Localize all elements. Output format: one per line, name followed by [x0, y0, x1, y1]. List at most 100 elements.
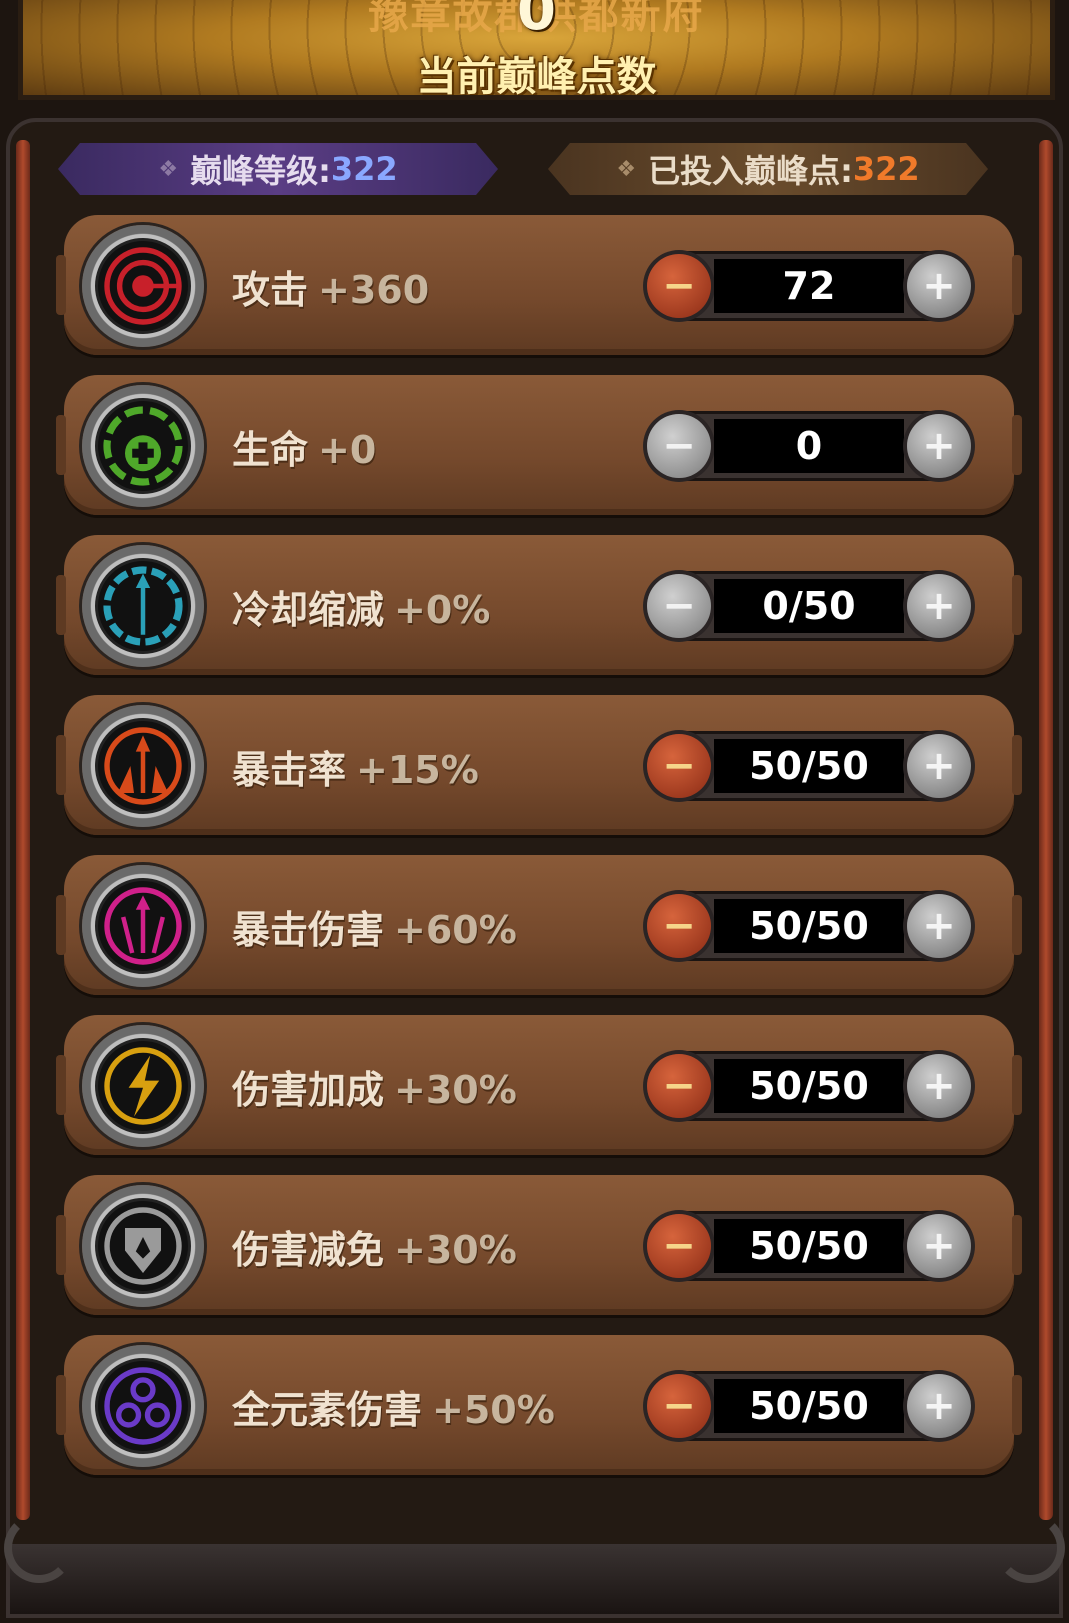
elemental-damage-orbs-icon [95, 1358, 191, 1454]
stat-points-value: 50/50 [714, 1219, 904, 1273]
peak-level-value: 322 [330, 150, 398, 188]
stat-bonus: +50% [432, 1388, 555, 1432]
stat-name: 伤害加成 [232, 1068, 385, 1112]
invested-points-value: 322 [852, 150, 920, 188]
increase-button[interactable]: + [907, 894, 971, 958]
increase-button[interactable]: + [907, 574, 971, 638]
increase-button[interactable]: + [907, 1374, 971, 1438]
stat-icon-ring [82, 545, 204, 667]
peak-level-tag: ❖ 巅峰等级: 322 [58, 143, 498, 195]
minus-icon: − [662, 743, 696, 789]
stat-icon-ring [82, 705, 204, 827]
stat-row: 暴击率 +15% − 50/50 + [56, 695, 1022, 835]
stat-points-value: 50/50 [714, 1379, 904, 1433]
peak-level-label: 巅峰等级: [190, 152, 331, 190]
damage-reduction-shield-icon [95, 1198, 191, 1294]
stat-name: 攻击 [232, 268, 309, 312]
stat-counter: − 50/50 + [644, 1211, 974, 1281]
stat-row: 生命 +0 − 0 + [56, 375, 1022, 515]
stat-row: 全元素伤害 +50% − 50/50 + [56, 1335, 1022, 1475]
stat-label: 冷却缩减 +0% [232, 579, 490, 634]
health-potion-icon [95, 398, 191, 494]
minus-icon: − [662, 1383, 696, 1429]
increase-button[interactable]: + [907, 1054, 971, 1118]
decrease-button[interactable]: − [647, 1054, 711, 1118]
stat-icon-ring [82, 225, 204, 347]
minus-icon: − [662, 263, 696, 309]
stat-points-value: 50/50 [714, 739, 904, 793]
left-rail [16, 140, 30, 1520]
plus-icon: + [922, 1063, 956, 1109]
stat-row: 伤害加成 +30% − 50/50 + [56, 1015, 1022, 1155]
damage-bonus-lightning-icon [95, 1038, 191, 1134]
diamond-icon: ❖ [616, 156, 637, 182]
stat-counter: − 50/50 + [644, 1371, 974, 1441]
increase-button[interactable]: + [907, 734, 971, 798]
stat-bonus: +60% [394, 908, 517, 952]
stat-counter: − 0 + [644, 411, 974, 481]
plus-icon: + [922, 903, 956, 949]
stat-counter: − 0/50 + [644, 571, 974, 641]
stat-name: 全元素伤害 [232, 1388, 423, 1432]
frame-bottom-bar [10, 1544, 1059, 1614]
stat-points-value: 50/50 [714, 1059, 904, 1113]
stat-icon-ring [82, 1345, 204, 1467]
stat-icon-ring [82, 1185, 204, 1307]
increase-button[interactable]: + [907, 1214, 971, 1278]
crit-damage-arrows-icon [95, 878, 191, 974]
decrease-button[interactable]: − [647, 734, 711, 798]
decrease-button[interactable]: − [647, 1214, 711, 1278]
stat-points-value: 0/50 [714, 579, 904, 633]
stat-icon-ring [82, 385, 204, 507]
decrease-button[interactable]: − [647, 574, 711, 638]
invested-points-tag: ❖ 已投入巅峰点: 322 [548, 143, 988, 195]
stat-row: 冷却缩减 +0% − 0/50 + [56, 535, 1022, 675]
minus-icon: − [662, 423, 696, 469]
minus-icon: − [662, 1063, 696, 1109]
stat-points-value: 50/50 [714, 899, 904, 953]
attack-target-icon [95, 238, 191, 334]
minus-icon: − [662, 1223, 696, 1269]
stat-icon-ring [82, 865, 204, 987]
decrease-button[interactable]: − [647, 894, 711, 958]
stat-counter: − 50/50 + [644, 1051, 974, 1121]
plus-icon: + [922, 1223, 956, 1269]
stat-label: 生命 +0 [232, 419, 376, 474]
minus-icon: − [662, 583, 696, 629]
stat-counter: − 72 + [644, 251, 974, 321]
stat-row: 暴击伤害 +60% − 50/50 + [56, 855, 1022, 995]
plus-icon: + [922, 263, 956, 309]
stat-bonus: +30% [394, 1228, 517, 1272]
stat-label: 暴击率 +15% [232, 739, 479, 794]
stat-counter: − 50/50 + [644, 731, 974, 801]
minus-icon: − [662, 903, 696, 949]
stat-name: 冷却缩减 [232, 588, 385, 632]
stat-label: 攻击 +360 [232, 259, 429, 314]
stat-points-value: 72 [714, 259, 904, 313]
increase-button[interactable]: + [907, 414, 971, 478]
stat-bonus: +0% [394, 588, 491, 632]
stat-name: 暴击率 [232, 748, 347, 792]
increase-button[interactable]: + [907, 254, 971, 318]
stat-points-value: 0 [714, 419, 904, 473]
right-rail [1039, 140, 1053, 1520]
plus-icon: + [922, 423, 956, 469]
stat-bonus: +0 [318, 428, 377, 472]
stat-bonus: +30% [394, 1068, 517, 1112]
plus-icon: + [922, 1383, 956, 1429]
plus-icon: + [922, 743, 956, 789]
stat-name: 伤害减免 [232, 1228, 385, 1272]
decrease-button[interactable]: − [647, 254, 711, 318]
decrease-button[interactable]: − [647, 1374, 711, 1438]
decrease-button[interactable]: − [647, 414, 711, 478]
stat-label: 伤害加成 +30% [232, 1059, 517, 1114]
left-corner-ornament [4, 1513, 74, 1583]
stat-bonus: +15% [356, 748, 479, 792]
stat-name: 暴击伤害 [232, 908, 385, 952]
stat-row: 伤害减免 +30% − 50/50 + [56, 1175, 1022, 1315]
points-banner: 豫章故郡洪都新府 0 当前巅峰点数 [18, 0, 1055, 100]
stat-label: 暴击伤害 +60% [232, 899, 517, 954]
stat-counter: − 50/50 + [644, 891, 974, 961]
right-corner-ornament [995, 1513, 1065, 1583]
stat-name: 生命 [232, 428, 309, 472]
